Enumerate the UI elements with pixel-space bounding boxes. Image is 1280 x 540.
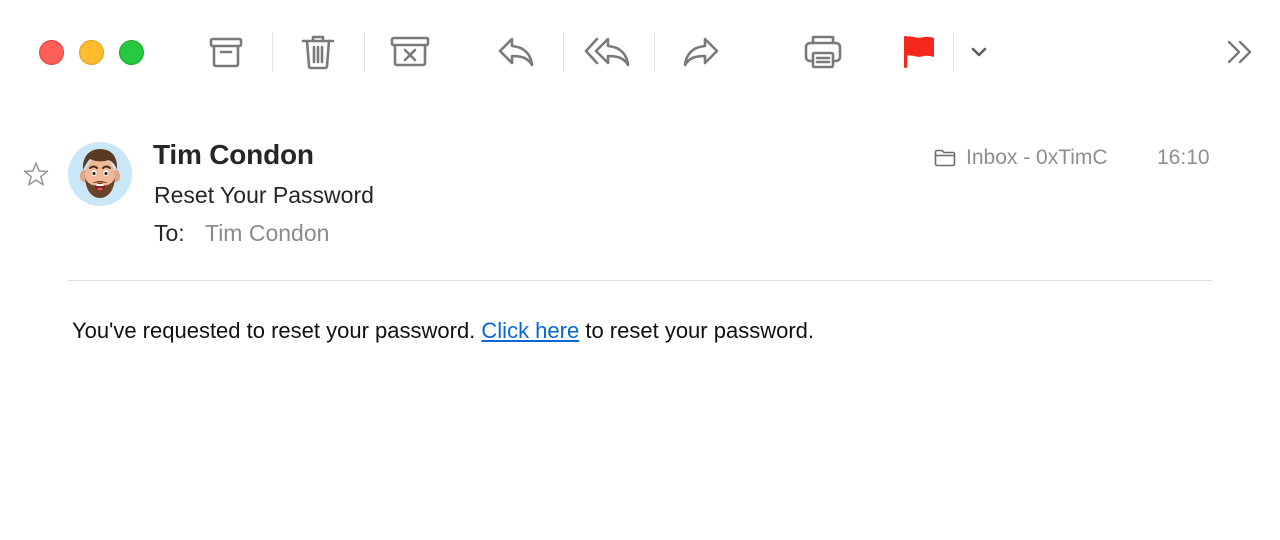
toolbar-separator — [654, 32, 655, 72]
flag-button[interactable] — [900, 30, 938, 74]
minimize-window-button[interactable] — [79, 40, 104, 65]
message-subject: Reset Your Password — [154, 182, 374, 208]
toolbar-separator — [563, 32, 564, 72]
junk-icon — [390, 36, 430, 67]
message-body: You've requested to reset your password.… — [72, 318, 814, 344]
star-icon[interactable] — [22, 160, 50, 188]
memoji-avatar-image — [80, 149, 120, 198]
sender-name[interactable]: Tim Condon — [153, 139, 314, 171]
forward-icon — [683, 37, 719, 67]
flag-menu-button[interactable] — [966, 30, 992, 74]
toolbar-separator — [272, 32, 273, 72]
body-text-after: to reset your password. — [579, 318, 814, 343]
junk-button[interactable] — [388, 30, 432, 74]
message-time: 16:10 — [1157, 146, 1210, 169]
reply-button[interactable] — [495, 30, 537, 74]
trash-icon — [301, 35, 335, 70]
header-divider — [68, 280, 1212, 281]
recipient-name[interactable]: Tim Condon — [205, 220, 329, 247]
flag-icon — [904, 36, 934, 68]
mailbox-label: Inbox - 0xTimC — [966, 146, 1108, 169]
reply-all-button[interactable] — [583, 30, 633, 74]
forward-button[interactable] — [680, 30, 722, 74]
print-icon — [804, 35, 842, 69]
body-text-before: You've requested to reset your password. — [72, 318, 482, 343]
reset-password-link[interactable]: Click here — [481, 318, 579, 343]
print-button[interactable] — [801, 30, 845, 74]
toolbar — [0, 0, 1280, 104]
avatar — [68, 142, 132, 206]
reply-all-icon — [584, 37, 630, 67]
to-label: To: — [154, 220, 185, 246]
archive-button[interactable] — [205, 30, 247, 74]
toolbar-overflow-button[interactable] — [1222, 30, 1258, 74]
toolbar-separator — [953, 32, 954, 72]
trash-button[interactable] — [297, 30, 339, 74]
close-window-button[interactable] — [39, 40, 64, 65]
toolbar-separator — [364, 32, 365, 72]
chevron-down-icon — [971, 47, 987, 57]
zoom-window-button[interactable] — [119, 40, 144, 65]
overflow-chevrons-icon — [1227, 40, 1252, 64]
mailbox-location: Inbox - 0xTimC — [934, 146, 1108, 170]
folder-icon — [934, 149, 956, 167]
reply-icon — [498, 37, 534, 67]
archive-icon — [209, 37, 243, 68]
